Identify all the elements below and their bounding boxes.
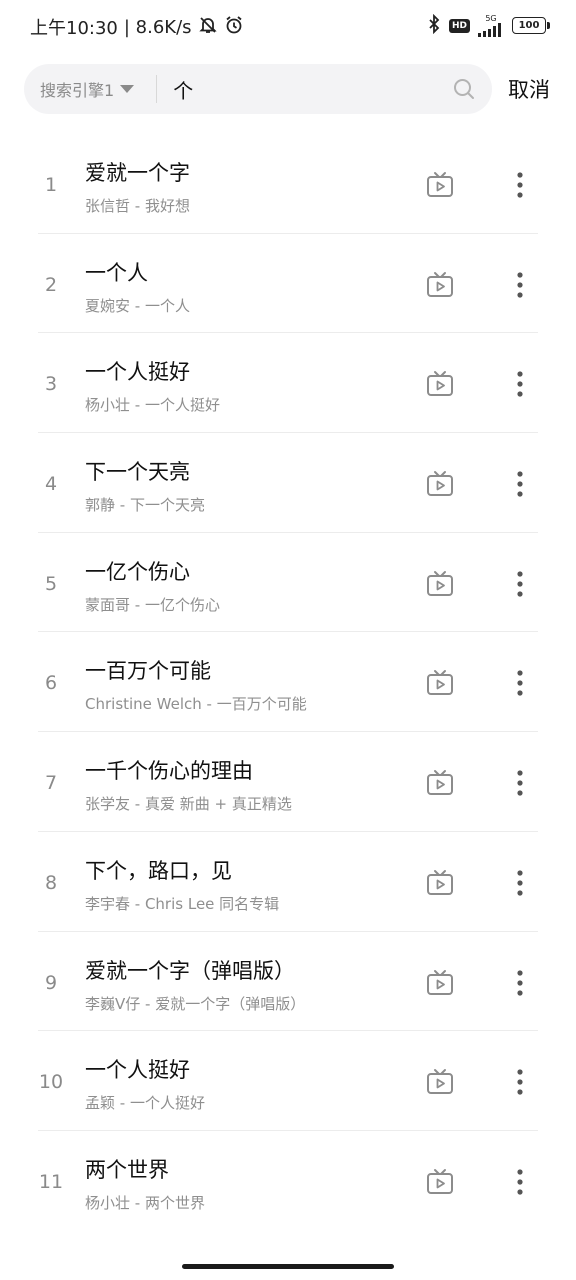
status-time: 上午10:30 <box>30 18 118 39</box>
song-row[interactable]: 8 下个，路口，见李宇春 - Chris Lee 同名专辑 <box>0 832 576 932</box>
song-index: 11 <box>38 1170 64 1193</box>
song-index: 1 <box>44 174 58 196</box>
video-icon[interactable] <box>422 267 458 303</box>
video-icon[interactable] <box>422 965 458 1001</box>
song-list: 1 爱就一个字 张信哲 - 我好想 2 一个人 夏婉安 - 一个人 3 一个人挺好 杨小壮 - … <box>0 134 576 1231</box>
song-title: 一个人挺好 <box>85 1058 190 1083</box>
bluetooth-icon <box>427 13 441 37</box>
more-options-icon[interactable] <box>506 765 534 801</box>
search-input[interactable] <box>173 77 442 101</box>
song-title: 一亿个伤心 <box>85 559 190 584</box>
song-subtitle: 夏婉安 - 一个人 <box>85 296 190 315</box>
song-subtitle: 蒙面哥 - 一亿个伤心 <box>85 595 220 614</box>
song-row[interactable]: 11 两个世界杨小壮 - 两个世界 <box>0 1131 576 1231</box>
song-index: 10 <box>38 1071 64 1094</box>
song-index: 8 <box>44 871 58 894</box>
more-options-icon[interactable] <box>506 1064 534 1100</box>
battery-icon: 100 <box>512 17 550 34</box>
song-row[interactable]: 4 下一个天亮郭静 - 下一个天亮 <box>0 433 576 533</box>
song-subtitle: 张学友 - 真爱 新曲 + 真正精选 <box>85 795 292 814</box>
cancel-button[interactable]: 取消 <box>508 74 550 104</box>
song-index: 2 <box>44 273 58 296</box>
song-index: 3 <box>44 373 58 396</box>
network-speed: | 8.6K/s <box>123 16 192 38</box>
more-options-icon[interactable] <box>506 965 534 1001</box>
song-row[interactable]: 7 一千个伤心的理由张学友 - 真爱 新曲 + 真正精选 <box>0 732 576 832</box>
search-icon[interactable] <box>442 67 486 111</box>
video-icon[interactable] <box>422 566 458 602</box>
song-subtitle: 杨小壮 - 一个人挺好 <box>85 396 220 415</box>
video-icon[interactable] <box>422 466 458 502</box>
video-icon[interactable] <box>422 366 458 402</box>
song-row[interactable]: 10 一个人挺好孟颖 - 一个人挺好 <box>0 1031 576 1131</box>
song-title: 爱就一个字 <box>85 161 190 185</box>
song-index: 6 <box>44 672 58 695</box>
mute-bell-icon <box>198 15 218 40</box>
more-options-icon[interactable] <box>506 267 534 303</box>
song-title: 爱就一个字（弹唱版） <box>85 958 295 983</box>
song-subtitle: 孟颖 - 一个人挺好 <box>85 1094 205 1113</box>
song-row[interactable]: 1 爱就一个字张信哲 - 我好想 <box>0 134 576 234</box>
song-title: 下个，路口，见 <box>85 858 232 883</box>
song-subtitle: 李巍V仔 - 爱就一个字（弹唱版） <box>85 994 306 1013</box>
song-subtitle: 李宇春 - Chris Lee 同名专辑 <box>85 894 280 913</box>
video-icon[interactable] <box>422 865 458 901</box>
video-icon[interactable] <box>422 765 458 801</box>
song-row[interactable]: 2 一个人夏婉安 - 一个人 <box>0 234 576 334</box>
home-indicator[interactable] <box>182 1264 394 1269</box>
status-right: HD 5G 100 <box>427 13 550 37</box>
alarm-icon <box>224 15 244 40</box>
more-options-icon[interactable] <box>506 366 534 402</box>
song-subtitle: Christine Welch - 一百万个可能 <box>85 695 307 714</box>
song-row[interactable]: 9 爱就一个字（弹唱版） 李巍V仔 - 爱就一个字（弹唱版） <box>0 932 576 1032</box>
more-options-icon[interactable] <box>506 665 534 701</box>
more-options-icon[interactable] <box>506 865 534 901</box>
more-options-icon[interactable] <box>506 466 534 502</box>
network-type: 5G <box>485 13 497 23</box>
signal-icon: 5G <box>478 13 504 37</box>
more-options-icon[interactable] <box>506 566 534 602</box>
song-title: 一个人 <box>85 260 148 285</box>
status-left: 上午10:30 | 8.6K/s <box>30 14 244 40</box>
caret-down-icon <box>120 85 135 93</box>
song-subtitle: 杨小壮 - 两个世界 <box>85 1193 205 1212</box>
search-engine-selector[interactable]: 搜索引擎1 <box>24 77 135 101</box>
video-icon[interactable] <box>422 1164 458 1200</box>
song-subtitle: 张信哲 - 我好想 <box>85 197 190 215</box>
song-subtitle: 郭静 - 下一个天亮 <box>85 496 205 515</box>
song-title: 一个人挺好 <box>85 360 190 385</box>
video-icon[interactable] <box>422 167 458 203</box>
search-bar: 搜索引擎1 <box>24 64 492 114</box>
more-options-icon[interactable] <box>506 1164 534 1200</box>
song-index: 4 <box>44 473 58 496</box>
song-title: 一千个伤心的理由 <box>85 759 253 784</box>
song-row[interactable]: 6 一百万个可能 Christine Welch - 一百万个可能 <box>0 632 576 732</box>
song-index: 5 <box>44 572 58 595</box>
more-options-icon[interactable] <box>506 167 534 203</box>
song-title: 两个世界 <box>85 1157 169 1182</box>
song-row[interactable]: 5 一亿个伤心蒙面哥 - 一亿个伤心 <box>0 533 576 633</box>
song-title: 下一个天亮 <box>85 460 190 485</box>
video-icon[interactable] <box>422 665 458 701</box>
song-index: 7 <box>44 772 58 795</box>
song-title: 一百万个可能 <box>85 659 211 684</box>
song-index: 9 <box>44 971 58 994</box>
hd-icon: HD <box>448 18 470 33</box>
search-divider <box>156 75 158 103</box>
status-bar: 上午10:30 | 8.6K/s HD 5G 100 <box>0 0 576 56</box>
video-icon[interactable] <box>422 1064 458 1100</box>
song-row[interactable]: 3 一个人挺好杨小壮 - 一个人挺好 <box>0 333 576 433</box>
search-engine-label: 搜索引擎1 <box>40 81 115 100</box>
